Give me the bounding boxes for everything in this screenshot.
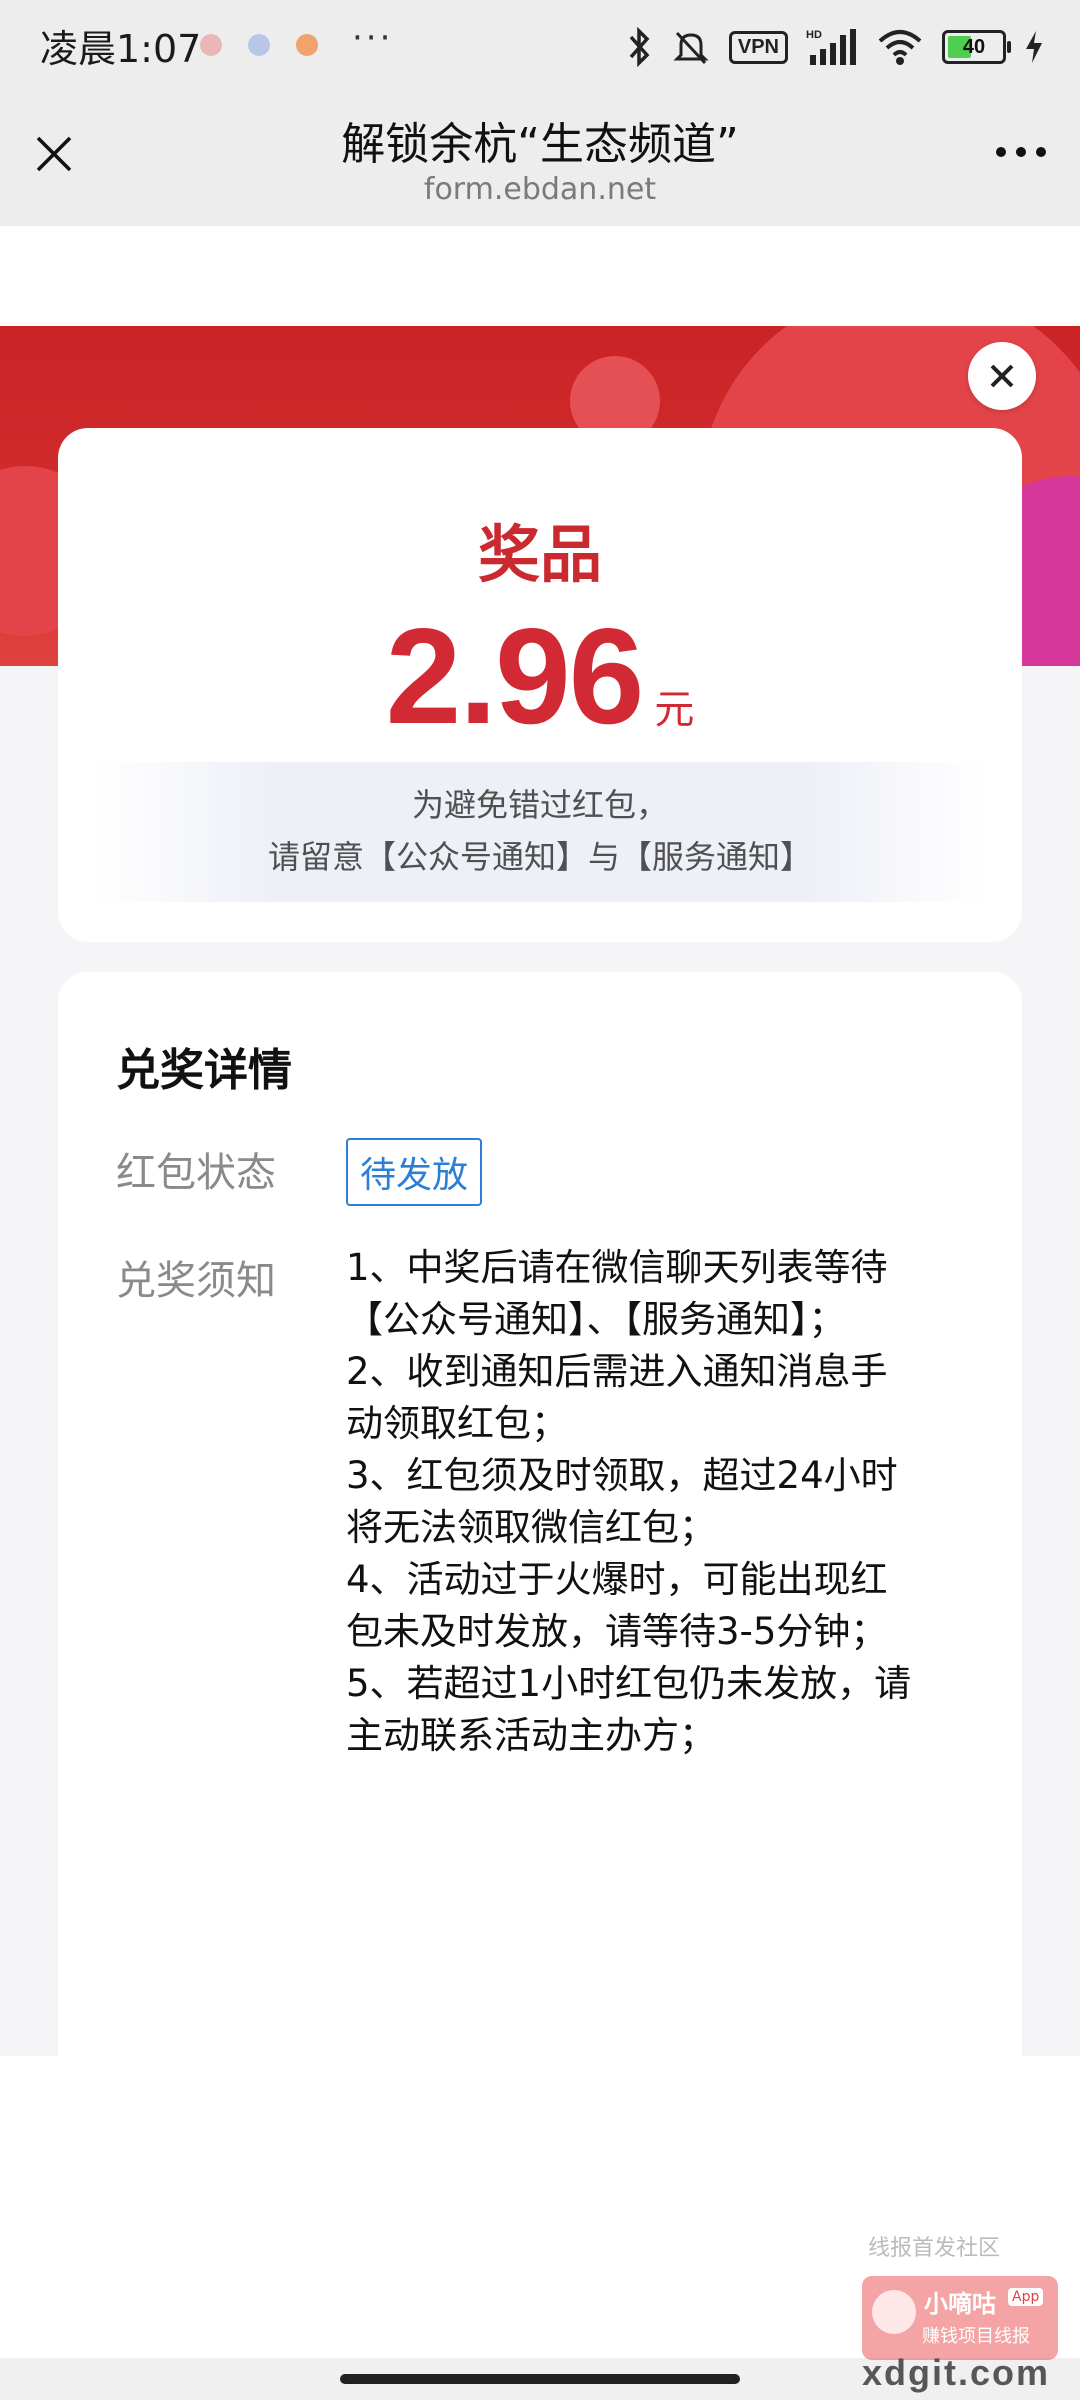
rule-line: 动领取红包；: [346, 1402, 568, 1445]
prize-unit: 元: [654, 687, 695, 733]
rule-line: 主动联系活动主办方；: [346, 1714, 716, 1757]
watermark-name: 小嘀咕: [924, 2290, 996, 2318]
rule-line: 2、收到通知后需进入通知消息手: [346, 1350, 888, 1393]
prize-card: 奖品 2.96 元 为避免错过红包， 请留意【公众号通知】与【服务通知】: [58, 428, 1022, 942]
page-domain: form.ebdan.net: [423, 172, 657, 207]
rule-line: 3、红包须及时领取，超过24小时: [346, 1454, 898, 1497]
rules-list: 1、中奖后请在微信聊天列表等待 【公众号通知】、【服务通知】； 2、收到通知后需…: [346, 1242, 966, 1762]
more-icon: [1016, 147, 1026, 157]
rule-line: 包未及时发放，请等待3-5分钟；: [346, 1610, 888, 1653]
close-icon: [990, 364, 1014, 388]
page-title: 解锁余杭“生态频道”: [341, 119, 739, 170]
prize-amount: 2.96: [385, 600, 645, 752]
status-bar: 凌晨1:07 ··· VPN HD 40: [0, 0, 1080, 92]
watermark-domain: xdgit.com: [862, 2352, 1051, 2393]
wifi-icon: [878, 30, 922, 65]
watermark-subtitle: 赚钱项目线报: [922, 2326, 1030, 2347]
status-time: 凌晨1:07: [40, 27, 202, 71]
watermark-badge: 小嘀咕 App 赚钱项目线报: [862, 2276, 1058, 2360]
rules-label: 兑奖须知: [116, 1258, 276, 1304]
redeem-detail-card: 兑奖详情 红包状态 待发放 兑奖须知 1、中奖后请在微信聊天列表等待 【公众号通…: [58, 972, 1022, 2056]
watermark-app-tag: App: [1008, 2288, 1044, 2306]
prize-amount-row: 2.96 元: [58, 598, 1022, 754]
mascot-icon: [872, 2290, 916, 2334]
nav-bar: 解锁余杭“生态频道” form.ebdan.net: [0, 92, 1080, 226]
prize-label: 奖品: [477, 518, 602, 591]
vpn-icon: VPN: [728, 30, 788, 64]
notice-band: 为避免错过红包， 请留意【公众号通知】与【服务通知】: [94, 762, 986, 902]
rule-line: 5、若超过1小时红包仍未发放，请: [346, 1662, 912, 1705]
more-icon: [1036, 147, 1046, 157]
home-indicator[interactable]: [340, 2374, 740, 2384]
detail-title: 兑奖详情: [116, 1045, 292, 1096]
bluetooth-icon: [629, 27, 650, 67]
status-label: 红包状态: [116, 1150, 276, 1196]
watermark-text: 线报首发社区: [868, 2236, 1001, 2261]
more-icon: [996, 147, 1006, 157]
mute-bell-icon: [673, 31, 709, 65]
charging-icon: [1026, 31, 1042, 63]
banner-close-button[interactable]: [968, 342, 1036, 410]
notification-app-icon: [248, 34, 270, 56]
rule-line: 1、中奖后请在微信聊天列表等待: [346, 1246, 888, 1289]
more-notifications-icon: ···: [352, 18, 394, 58]
rule-line: 将无法领取微信红包；: [346, 1506, 716, 1549]
status-badge: 待发放: [346, 1138, 483, 1206]
top-spacer: [0, 226, 1080, 326]
status-indicators: VPN HD 40: [627, 22, 1044, 72]
notice-line-2: 请留意【公众号通知】与【服务通知】: [267, 838, 812, 876]
signal-icon: HD: [806, 29, 856, 65]
battery-icon: 40: [942, 30, 1011, 64]
more-button[interactable]: [986, 132, 1056, 172]
battery-level: 40: [962, 35, 986, 58]
notification-app-icon: [200, 34, 222, 56]
hd-label: HD: [806, 29, 822, 41]
rule-line: 【公众号通知】、【服务通知】；: [346, 1298, 846, 1341]
rule-line: 4、活动过于火爆时，可能出现红: [346, 1558, 888, 1601]
notification-app-icon: [296, 34, 318, 56]
notice-line-1: 为避免错过红包，: [411, 786, 668, 824]
